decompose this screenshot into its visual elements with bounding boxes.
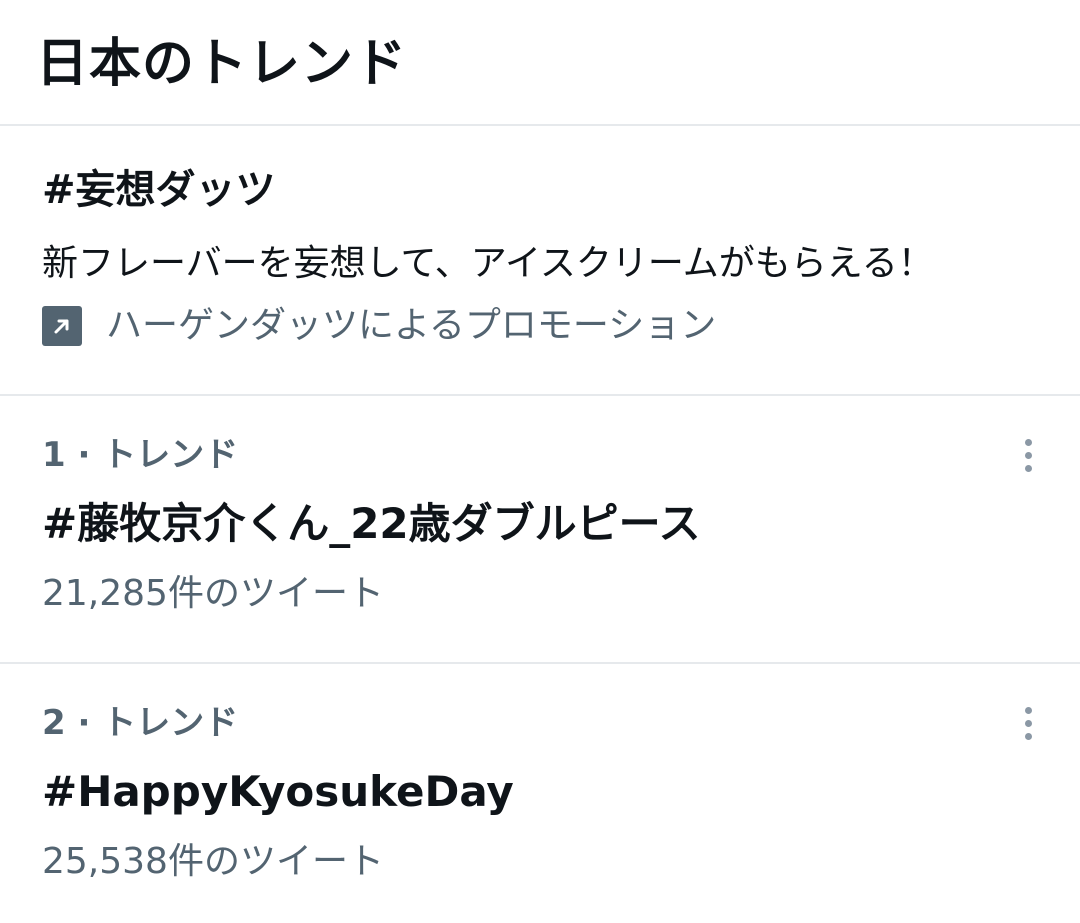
trend-tweet-count: 21,285件のツイート	[42, 573, 384, 614]
trend-item[interactable]: 2 · トレンド #HappyKyosukeDay 25,538件のツイート	[0, 664, 1080, 923]
more-dots-icon	[1024, 706, 1032, 714]
promoted-by: ハーゲンダッツによるプロモーション	[42, 298, 716, 354]
trend-name[interactable]: #HappyKyosukeDay	[42, 762, 514, 822]
promoted-by-label: ハーゲンダッツによるプロモーション	[106, 305, 717, 346]
page-title: 日本のトレンド	[36, 34, 408, 94]
trend-rank-label: 1 · トレンド	[42, 435, 239, 475]
trends-header: 日本のトレンド	[0, 0, 1080, 126]
more-dots-icon	[1024, 438, 1032, 446]
trend-rank-label: 2 · トレンド	[42, 703, 239, 743]
promoted-arrow-icon	[42, 306, 82, 346]
trend-item[interactable]: 1 · トレンド #藤牧京介くん_22歳ダブルピース 21,285件のツイート	[0, 396, 1080, 664]
more-options-button[interactable]	[1010, 430, 1046, 480]
more-options-button[interactable]	[1010, 698, 1046, 748]
promoted-trend[interactable]: #妄想ダッツ 新フレーバーを妄想して、アイスクリームがもらえる！ ハーゲンダッツ…	[0, 126, 1080, 396]
promoted-hashtag[interactable]: #妄想ダッツ	[42, 162, 276, 218]
trend-name[interactable]: #藤牧京介くん_22歳ダブルピース	[42, 494, 701, 554]
trend-tweet-count: 25,538件のツイート	[42, 841, 384, 882]
promoted-description: 新フレーバーを妄想して、アイスクリームがもらえる！	[42, 243, 934, 284]
